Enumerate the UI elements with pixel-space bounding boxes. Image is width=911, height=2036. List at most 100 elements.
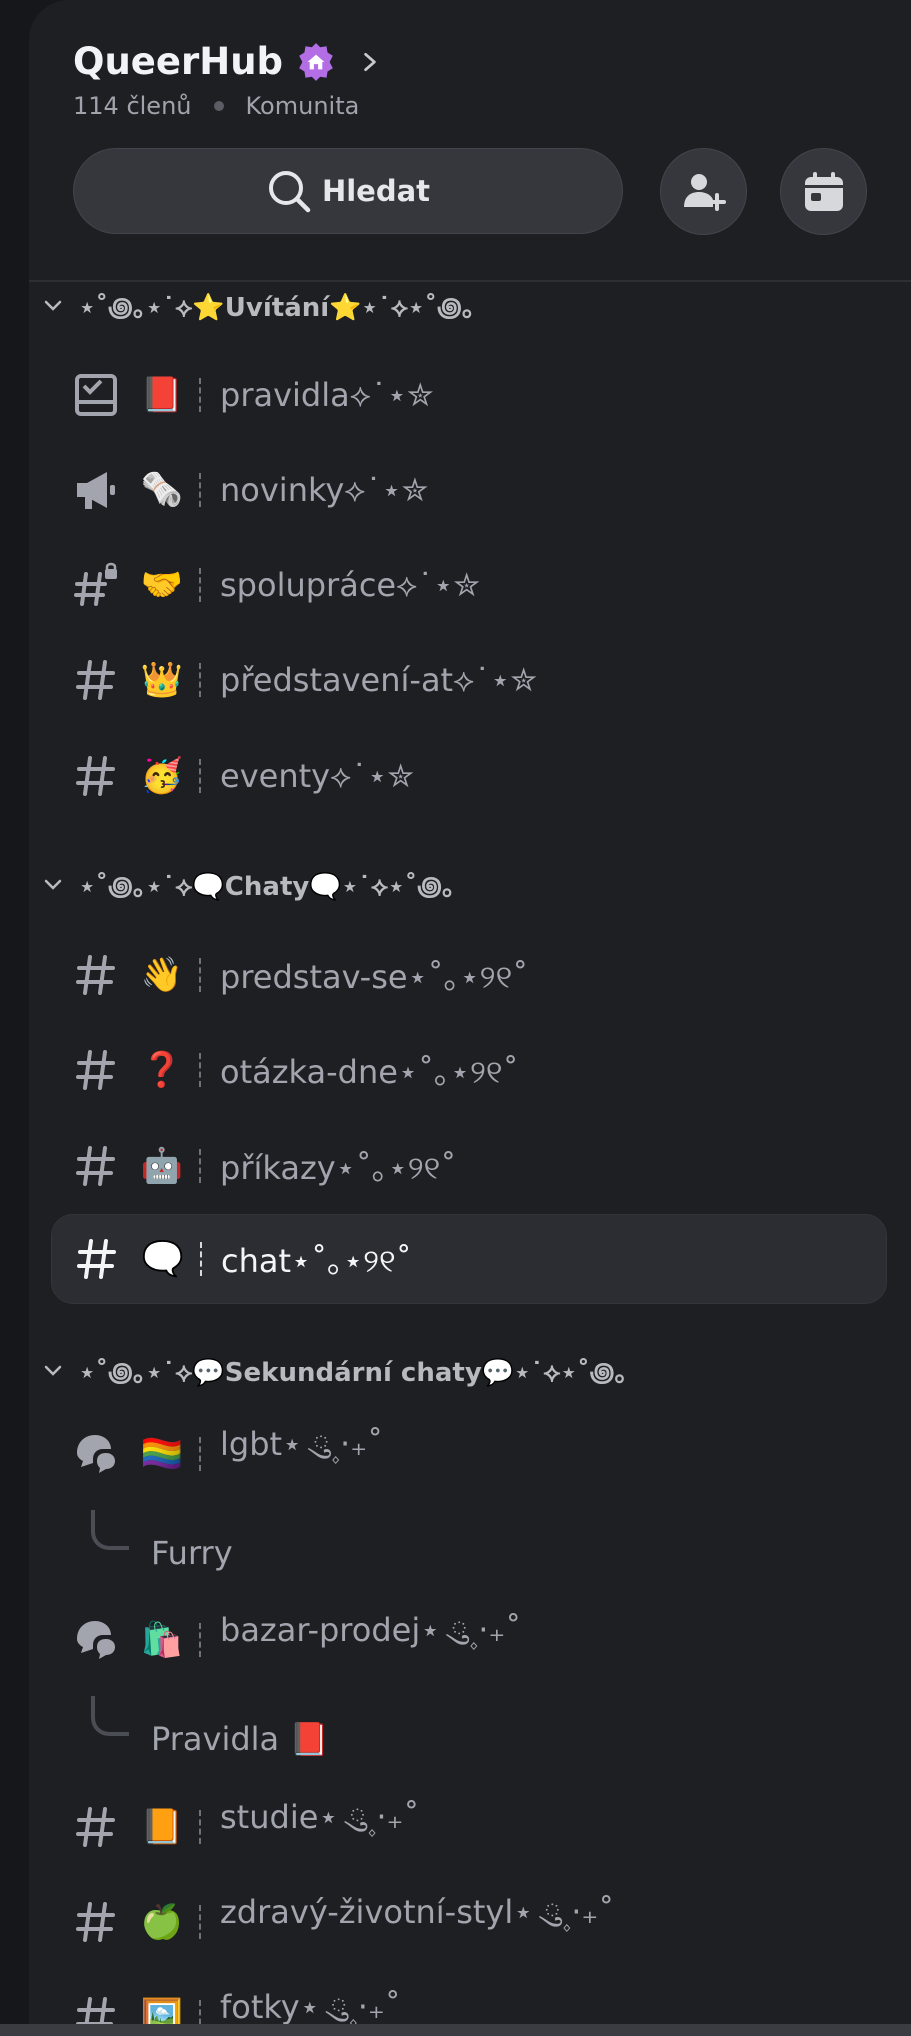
channel-emoji: 👋 [140, 955, 184, 995]
separator [199, 568, 204, 602]
separator [199, 1623, 204, 1657]
channel-name: chat⋆˚｡⋆୨୧˚ [221, 1242, 412, 1280]
server-name: QueerHub [73, 40, 284, 83]
channel-zdravy-zivotni-styl[interactable]: 🍏 zdravý-životní-styl⋆ ུ۪ ‧₊˚ [51, 1877, 887, 1967]
calendar-icon [804, 171, 843, 211]
separator [200, 1242, 205, 1276]
channel-name: predstav-se⋆˚｡⋆୨୧˚ [220, 958, 529, 996]
separator [199, 759, 204, 793]
channel-emoji: 🗞️ [140, 470, 184, 510]
channel-otazka-dne[interactable]: ❓ otázka-dne⋆˚｡⋆୨୧˚ [51, 1025, 887, 1115]
channel-name: studie⋆ ུ۪ ‧₊˚ [220, 1798, 420, 1836]
channel-emoji: ❓ [140, 1050, 184, 1090]
hashtag-icon [71, 950, 121, 1000]
forum-icon [71, 1615, 121, 1665]
separator [199, 958, 204, 992]
rules-icon [71, 370, 121, 420]
channel-name: pravidla⟡˙⋆✮ [220, 375, 434, 414]
category-name: ⋆˚꩜｡⋆˙⟡⭐Uvítání⭐⋆˙⟡⋆˚꩜｡ [79, 292, 475, 323]
invite-button[interactable] [660, 148, 747, 235]
channel-emoji: 📕 [140, 375, 184, 415]
channel-spoluprace[interactable]: 🤝 spolupráce⟡˙⋆✮ [51, 540, 887, 630]
add-member-icon [683, 173, 726, 211]
bottom-bar [0, 2024, 911, 2036]
separator [199, 1437, 204, 1471]
separator [199, 378, 204, 412]
channel-pravidla[interactable]: 📕 pravidla⟡˙⋆✮ [51, 350, 887, 440]
hashtag-icon [71, 751, 121, 801]
channel-eventy[interactable]: 🥳 eventy⟡˙⋆✮ [51, 731, 887, 821]
thread-connector [91, 1510, 129, 1550]
channel-emoji: 📙 [140, 1807, 184, 1847]
thread-name: Furry [151, 1534, 233, 1572]
category-sekundarni-chaty[interactable]: ⋆˚꩜｡⋆˙⟡💬Sekundární chaty💬⋆˙⟡⋆˚꩜｡ [29, 1349, 628, 1393]
channel-name: představení-at⟡˙⋆✮ [220, 660, 538, 699]
separator [199, 1149, 204, 1183]
channel-studie[interactable]: 📙 studie⋆ ུ۪ ‧₊˚ [51, 1782, 887, 1872]
channel-name: otázka-dne⋆˚｡⋆୨୧˚ [220, 1053, 519, 1091]
server-type: Komunita [245, 92, 360, 120]
channel-lgbt[interactable]: 🏳️‍🌈 lgbt⋆ ུ۪ ‧₊˚ [51, 1409, 887, 1499]
chevron-down-icon [44, 1365, 62, 1376]
category-name: ⋆˚꩜｡⋆˙⟡🗨️Chaty🗨️⋆˙⟡⋆˚꩜｡ [79, 871, 456, 902]
channel-name: spolupráce⟡˙⋆✮ [220, 565, 481, 604]
app-frame: QueerHub 114 členů Komunita Hledat ⋆˚꩜｡⋆… [0, 0, 911, 2036]
community-badge-icon [299, 42, 333, 81]
category-name: ⋆˚꩜｡⋆˙⟡💬Sekundární chaty💬⋆˙⟡⋆˚꩜｡ [79, 1357, 628, 1388]
channel-name: novinky⟡˙⋆✮ [220, 470, 429, 509]
separator [199, 663, 204, 697]
channel-name: eventy⟡˙⋆✮ [220, 756, 415, 795]
thread-connector [91, 1696, 129, 1736]
header-divider [29, 280, 911, 282]
channel-emoji: 🍏 [140, 1902, 184, 1942]
search-icon [268, 171, 311, 213]
member-count: 114 členů [73, 92, 192, 120]
channel-name: bazar-prodej⋆ ུ۪ ‧₊˚ [220, 1611, 522, 1649]
channel-name: zdravý-životní-styl⋆ ུ۪ ‧₊˚ [220, 1893, 615, 1931]
megaphone-icon [71, 465, 121, 515]
separator [199, 473, 204, 507]
category-uvitani[interactable]: ⋆˚꩜｡⋆˙⟡⭐Uvítání⭐⋆˙⟡⋆˚꩜｡ [29, 284, 475, 328]
channel-emoji: 🥳 [140, 756, 184, 796]
thread-pravidla[interactable]: Pravidla 📕 [29, 1696, 911, 1768]
channel-emoji: 🤖 [140, 1146, 184, 1186]
chevron-right-icon [364, 52, 376, 71]
category-chaty[interactable]: ⋆˚꩜｡⋆˙⟡🗨️Chaty🗨️⋆˙⟡⋆˚꩜｡ [29, 863, 455, 907]
channel-predstav-se[interactable]: 👋 predstav-se⋆˚｡⋆୨୧˚ [51, 930, 887, 1020]
channel-panel: QueerHub 114 členů Komunita Hledat ⋆˚꩜｡⋆… [29, 0, 911, 2036]
hashtag-icon [71, 1897, 121, 1947]
locked-hashtag-icon [71, 560, 121, 610]
channel-name: lgbt⋆ ུ۪ ‧₊˚ [220, 1425, 384, 1463]
thread-furry[interactable]: Furry [29, 1510, 911, 1582]
hashtag-icon [71, 1802, 121, 1852]
channel-emoji: 🗨️ [141, 1239, 185, 1279]
separator [199, 1810, 204, 1844]
separator [199, 1905, 204, 1939]
channel-novinky[interactable]: 🗞️ novinky⟡˙⋆✮ [51, 445, 887, 535]
search-button[interactable]: Hledat [73, 148, 623, 234]
channel-emoji: 🏳️‍🌈 [140, 1434, 184, 1474]
server-title[interactable]: QueerHub [73, 40, 381, 83]
chevron-down-icon [44, 300, 62, 311]
hashtag-icon [71, 655, 121, 705]
channel-bazar-prodej[interactable]: 🛍️ bazar-prodej⋆ ུ۪ ‧₊˚ [51, 1595, 887, 1685]
channel-emoji: 👑 [140, 660, 184, 700]
hashtag-icon [71, 1045, 121, 1095]
hashtag-icon [72, 1234, 122, 1284]
meta-dot [213, 101, 224, 111]
channel-predstaveni-at[interactable]: 👑 představení-at⟡˙⋆✮ [51, 635, 887, 725]
events-button[interactable] [780, 148, 867, 235]
chevron-down-icon [44, 879, 62, 890]
thread-name: Pravidla 📕 [151, 1720, 330, 1758]
channel-emoji: 🤝 [140, 565, 184, 605]
channel-prikazy[interactable]: 🤖 příkazy⋆˚｡⋆୨୧˚ [51, 1121, 887, 1211]
hashtag-icon [71, 1141, 121, 1191]
channel-emoji: 🛍️ [140, 1620, 184, 1660]
server-meta: 114 členů Komunita [73, 92, 359, 120]
separator [199, 1053, 204, 1087]
forum-icon [71, 1429, 121, 1479]
search-label: Hledat [321, 174, 431, 208]
channel-name: příkazy⋆˚｡⋆୨୧˚ [220, 1149, 457, 1187]
channel-chat[interactable]: 🗨️ chat⋆˚｡⋆୨୧˚ [51, 1214, 887, 1304]
server-header: QueerHub 114 členů Komunita Hledat [29, 0, 911, 281]
